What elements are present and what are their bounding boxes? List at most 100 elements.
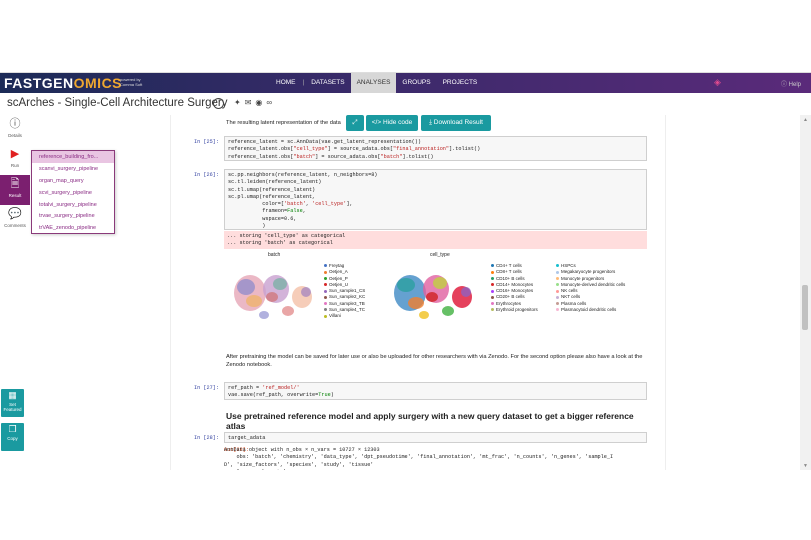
dropdown-item[interactable]: scanvi_surgery_pipeline	[32, 163, 114, 175]
nav-home[interactable]: HOME	[270, 73, 302, 93]
legend-label: Oetjen_A	[329, 269, 348, 275]
nav-datasets[interactable]: DATASETS	[305, 73, 350, 93]
link-icon[interactable]: ∞	[266, 98, 272, 109]
legend-dot	[491, 289, 494, 293]
code-cell[interactable]: target_adata	[224, 432, 647, 443]
code-cell[interactable]: sc.pp.neighbors(reference_latent, n_neig…	[224, 169, 647, 230]
legend-dot	[556, 308, 559, 312]
brand-name-part1: FASTGEN	[4, 75, 74, 91]
sidebar-run[interactable]: ▶ Run	[0, 145, 30, 175]
section-heading: Use pretrained reference model and apply…	[226, 411, 634, 431]
scroll-up-icon[interactable]: ▲	[803, 117, 808, 123]
grid-icon: ▦	[8, 390, 17, 400]
brand-logo[interactable]: FASTGENOMICS	[4, 75, 122, 91]
dropdown-item[interactable]: reference_building_fro...	[32, 151, 114, 163]
dropdown-item[interactable]: trvae_surgery_pipeline	[32, 210, 114, 222]
legend-dot	[556, 295, 559, 299]
legend-label: Erythroid progenitors	[496, 307, 538, 313]
sidebar-comments-label: Comments	[4, 223, 26, 228]
code-cell[interactable]: ref_path = 'ref_model/' vae.save(ref_pat…	[224, 382, 647, 400]
sidebar-details[interactable]: ⓘ Details	[0, 115, 30, 145]
download-label: Download Result	[433, 119, 483, 126]
legend-label: CD20+ B cells	[496, 294, 525, 300]
code-icon: </>	[371, 119, 383, 126]
legend-dot	[324, 295, 327, 299]
dropdown-item[interactable]: trVAE_zenodo_pipeline	[32, 222, 114, 234]
legend-dot	[491, 270, 494, 274]
legend-item: Villani	[324, 313, 365, 319]
cell-prompt: In [28]:	[194, 435, 219, 441]
legend-dot	[491, 264, 494, 268]
info-icon: ⓘ	[9, 118, 21, 130]
celltype-legend-col1: CD4+ T cells CD8+ T cells CD10+ B cells …	[491, 263, 538, 313]
main-nav: HOME | DATASETS ANALYSES GROUPS PROJECTS	[270, 73, 483, 93]
copy-icon: ❐	[8, 424, 17, 434]
aws-logo-icon: ◈	[714, 77, 721, 87]
set-featured-button[interactable]: ▦ Set Featured	[1, 389, 24, 417]
legend-label: Oetjen_P	[329, 275, 348, 281]
document-icon: 🗎	[10, 178, 20, 190]
legend-dot	[491, 283, 494, 287]
twitter-icon[interactable]: ✦	[234, 98, 241, 109]
expand-icon: ⤢	[352, 119, 358, 126]
dropdown-item[interactable]: scvi_surgery_pipeline	[32, 187, 114, 199]
umap-celltype-plot	[394, 275, 472, 319]
umap-batch-plot	[234, 275, 312, 319]
hide-code-button[interactable]: </> Hide code	[366, 115, 418, 131]
sidebar-details-label: Details	[8, 133, 22, 138]
plot-title-celltype: cell_type	[430, 252, 450, 258]
fullscreen-button[interactable]: ⤢	[346, 115, 364, 131]
legend-dot	[556, 264, 559, 268]
set-featured-label: Set Featured	[3, 402, 22, 412]
legend-dot	[324, 276, 327, 280]
nav-projects[interactable]: PROJECTS	[437, 73, 484, 93]
hide-code-label: Hide code	[382, 119, 413, 126]
nav-analyses[interactable]: ANALYSES	[350, 73, 397, 93]
batch-legend: Freytag Oetjen_A Oetjen_P Oetjen_U Sun_s…	[324, 263, 365, 320]
help-link[interactable]: ⓘ Help	[781, 79, 801, 88]
share-icons: ✦ ✉ ◉ ∞	[213, 98, 272, 109]
legend-dot	[491, 276, 494, 280]
copy-button[interactable]: ❐ Copy	[1, 423, 24, 451]
legend-label: Monocyte-derived dendritic cells	[561, 281, 626, 287]
legend-dot	[556, 302, 559, 306]
legend-label: Sun_sample4_TC	[329, 307, 366, 313]
email-icon[interactable]: ✉	[245, 98, 252, 109]
legend-label: CD14+ Monocytes	[496, 281, 534, 287]
legend-label: Sun_sample2_KC	[329, 294, 366, 300]
divider	[665, 115, 666, 470]
sidebar-result[interactable]: 🗎 Result	[0, 175, 30, 205]
code-cell[interactable]: reference_latent = sc.AnnData(vae.get_la…	[224, 136, 647, 161]
plot-title-batch: batch	[268, 252, 281, 258]
app-window: FASTGENOMICS powered by Comma Soft HOME …	[0, 72, 811, 470]
notebook-content: The resulting latent representation of t…	[178, 115, 655, 470]
scrollbar[interactable]: ▲ ▼	[800, 115, 811, 470]
page-title: scArches - Single-Cell Architecture Surg…	[7, 97, 228, 109]
sidebar-comments[interactable]: 💬 Comments	[0, 205, 30, 235]
pocket-icon[interactable]: ◉	[255, 98, 262, 109]
scrollbar-thumb[interactable]	[802, 285, 808, 330]
legend-dot	[324, 264, 327, 268]
legend-label: Oetjen_U	[329, 281, 349, 287]
legend-item: Erythroid progenitors	[491, 307, 538, 313]
copy-label: Copy	[7, 436, 18, 441]
dropdown-item[interactable]: organ_map_query	[32, 175, 114, 187]
legend-label: Villani	[329, 313, 341, 319]
nav-groups[interactable]: GROUPS	[396, 73, 436, 93]
download-result-button[interactable]: ⤓ Download Result	[421, 115, 491, 131]
cell-prompt: In [26]:	[194, 172, 219, 178]
dropdown-item[interactable]: totalvi_surgery_pipeline	[32, 199, 114, 211]
legend-dot	[324, 270, 327, 274]
legend-label: Monocyte progenitors	[561, 275, 605, 281]
result-dropdown: reference_building_fro... scanvi_surgery…	[31, 150, 115, 234]
legend-label: Freytag	[329, 263, 345, 268]
help-label: Help	[788, 82, 801, 88]
legend-label: HSPCs	[561, 263, 576, 268]
globe-icon[interactable]	[213, 98, 224, 109]
stderr-output: ... storing 'cell_type' as categorical .…	[224, 231, 647, 249]
cell-prompt: In [27]:	[194, 385, 219, 391]
title-bar: scArches - Single-Cell Architecture Surg…	[0, 93, 811, 115]
comments-icon: 💬	[8, 208, 22, 220]
sidebar-run-label: Run	[10, 163, 20, 168]
scroll-down-icon[interactable]: ▼	[803, 463, 808, 469]
